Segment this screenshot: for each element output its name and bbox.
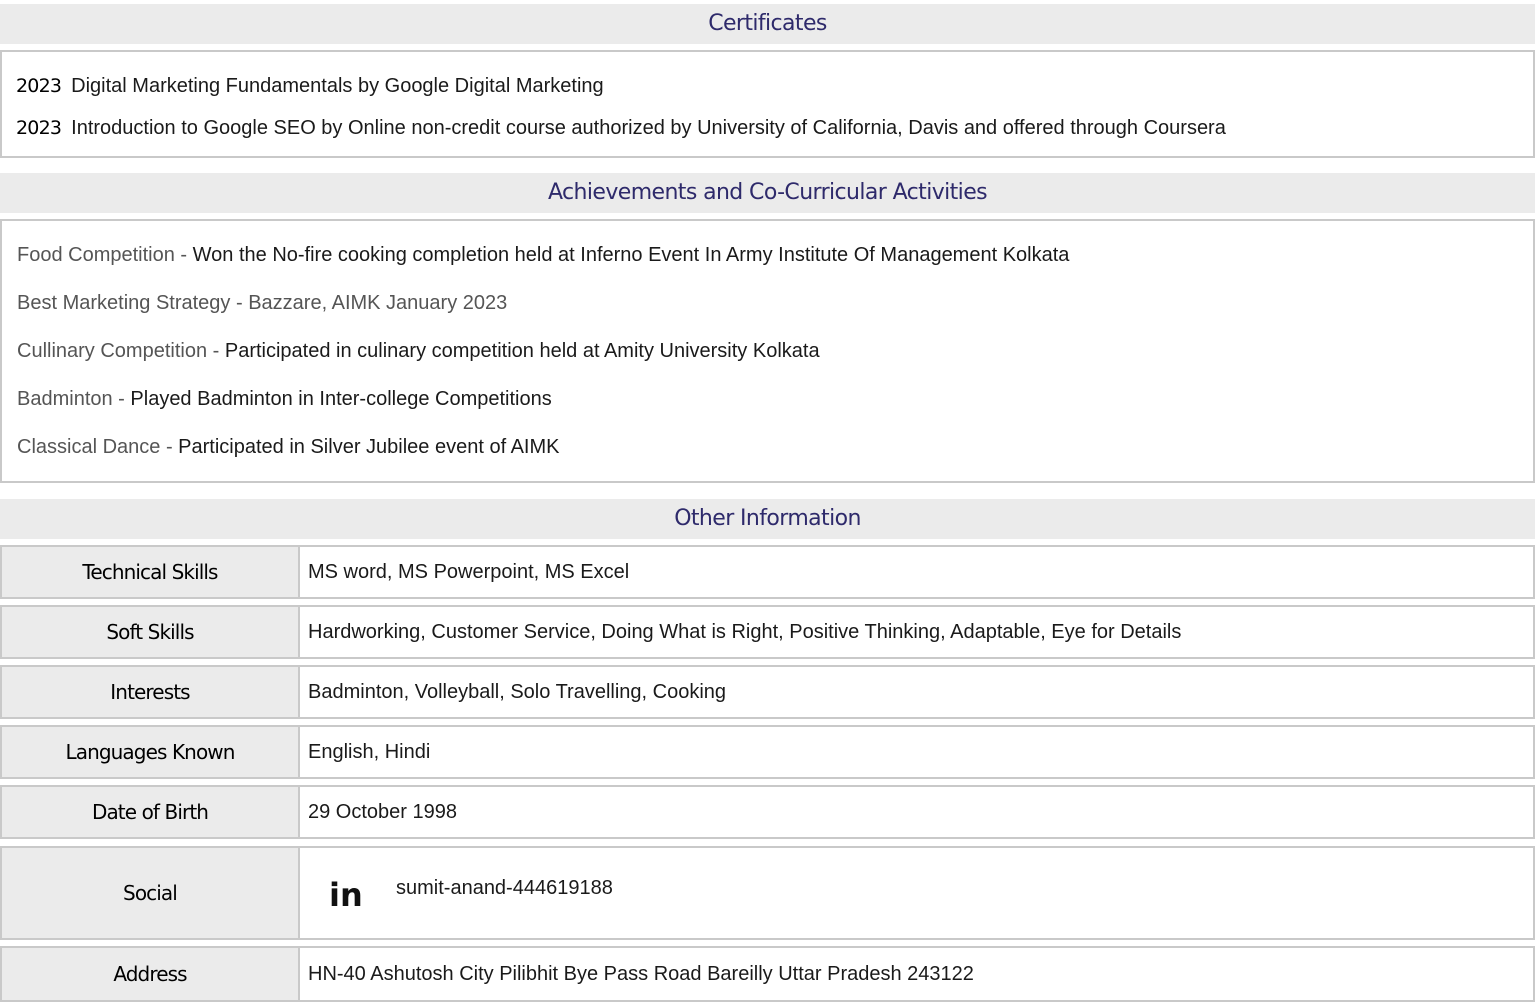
info-label: Technical Skills [2, 547, 300, 597]
info-row-languages: Languages Known English, Hindi [0, 725, 1535, 779]
achievement-separator: - [112, 388, 131, 410]
certificate-text: Digital Marketing Fundamentals by Google… [71, 75, 604, 97]
other-info-heading: Other Information [0, 499, 1535, 539]
achievement-separator: - [174, 244, 193, 266]
certificate-item: 2023 Digital Marketing Fundamentals by Go… [16, 74, 604, 98]
info-label: Address [2, 948, 300, 1000]
achievement-title: Classical Dance [17, 436, 161, 458]
achievement-separator: - [160, 436, 179, 458]
certificates-box: 2023 Digital Marketing Fundamentals by Go… [0, 50, 1535, 158]
linkedin-icon-text: in [329, 876, 362, 910]
linkedin-icon[interactable]: in [328, 876, 362, 910]
linkedin-handle-link[interactable]: sumit-anand-444619188 [396, 876, 613, 900]
certificate-item: 2023 Introduction to Google SEO by Online… [16, 116, 1226, 140]
info-label: Social [2, 848, 300, 938]
achievement-title: Best Marketing Strategy [17, 292, 231, 314]
achievement-item: Food Competition - Won the No-fire cooki… [17, 243, 1069, 267]
info-value: Hardworking, Customer Service, Doing Wha… [308, 620, 1182, 643]
info-row-address: Address HN-40 Ashutosh City Pilibhit Bye… [0, 946, 1535, 1002]
info-value: MS word, MS Powerpoint, MS Excel [308, 560, 630, 583]
info-row-social: Social in sumit-anand-444619188 [0, 846, 1535, 940]
achievement-title: Food Competition [17, 244, 175, 266]
info-label: Languages Known [2, 727, 300, 777]
achievement-title: Cullinary Competition [17, 340, 208, 362]
achievement-desc: Won the No-fire cooking completion held … [192, 244, 1070, 266]
info-value: English, Hindi [308, 740, 431, 763]
info-label: Interests [2, 667, 300, 717]
achievement-title: Badminton [17, 388, 113, 410]
certificate-text: Introduction to Google SEO by Online non… [71, 117, 1226, 139]
achievements-box: Food Competition - Won the No-fire cooki… [0, 219, 1535, 483]
info-value: 29 October 1998 [308, 800, 457, 823]
certificate-year: 2023 [16, 117, 62, 139]
info-row-soft-skills: Soft Skills Hardworking, Customer Servic… [0, 605, 1535, 659]
achievement-item: Best Marketing Strategy - Bazzare, AIMK … [17, 291, 507, 315]
info-row-technical-skills: Technical Skills MS word, MS Powerpoint,… [0, 545, 1535, 599]
achievement-desc: Played Badminton in Inter-college Compet… [130, 388, 552, 410]
info-row-interests: Interests Badminton, Volleyball, Solo Tr… [0, 665, 1535, 719]
achievement-desc: Participated in Silver Jubilee event of … [178, 436, 560, 458]
achievement-separator: - [207, 340, 225, 362]
achievement-desc: Bazzare, AIMK January 2023 [248, 292, 508, 314]
info-label: Date of Birth [2, 787, 300, 837]
achievement-item: Cullinary Competition - Participated in … [17, 339, 820, 363]
achievement-item: Classical Dance - Participated in Silver… [17, 435, 559, 459]
info-row-date-of-birth: Date of Birth 29 October 1998 [0, 785, 1535, 839]
achievement-separator: - [230, 292, 249, 314]
info-value: HN-40 Ashutosh City Pilibhit Bye Pass Ro… [308, 962, 974, 985]
info-label: Soft Skills [2, 607, 300, 657]
certificate-year: 2023 [16, 75, 62, 97]
certificates-heading: Certificates [0, 4, 1535, 44]
achievements-heading: Achievements and Co-Curricular Activitie… [0, 173, 1535, 213]
info-value: Badminton, Volleyball, Solo Travelling, … [308, 680, 727, 703]
achievement-desc: Participated in culinary competition hel… [224, 340, 820, 362]
achievement-item: Badminton - Played Badminton in Inter-co… [17, 387, 552, 411]
